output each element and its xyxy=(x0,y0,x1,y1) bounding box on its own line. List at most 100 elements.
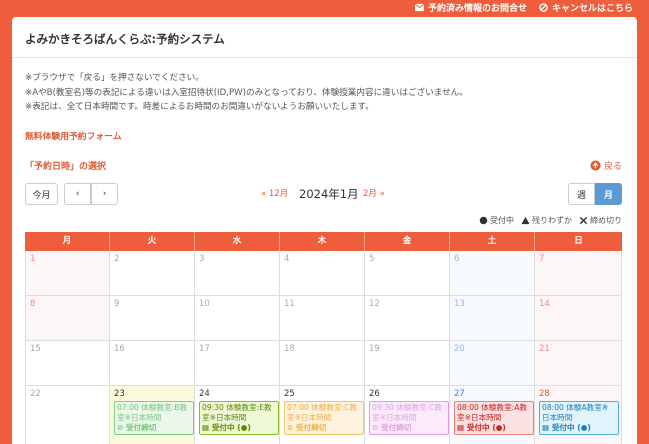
event-note: 室※日本時間 xyxy=(117,413,162,422)
weekday-wed: 水 xyxy=(195,232,280,251)
event-slot[interactable]: 08:00 体験A教室※ 日本時間 ▦ 受付中 (●) xyxy=(539,401,619,435)
day-cell: 8 xyxy=(25,296,110,341)
legend-closed-label: 締め切り xyxy=(590,216,622,225)
ban-icon xyxy=(539,3,548,12)
select-datetime-label: 「予約日時」の選択 xyxy=(25,162,107,172)
day-cell: 21 xyxy=(535,341,622,386)
legend-few: 残りわずか xyxy=(521,215,572,226)
event-status: ▦ 受付中 (●) xyxy=(542,423,591,432)
day-cell-today: 23 07:00 体験教室:B教 室※日本時間 ⊘ 受付締切 xyxy=(110,386,195,444)
day-number: 26 xyxy=(369,389,380,399)
calendar: 月 火 水 木 金 土 日 1 2 3 4 5 6 7 8 9 10 11 12… xyxy=(25,232,622,444)
event-slot[interactable]: 07:00 体験教室:B教 室※日本時間 ⊘ 受付締切 xyxy=(114,401,194,435)
event-status: ▦ 受付中 (●) xyxy=(202,423,251,432)
legend-closed: 締め切り xyxy=(579,215,622,226)
event-slot[interactable]: 08:00 体験教室:A教 室※日本時間 ▦ 受付中 (●) xyxy=(454,401,534,435)
weekday-mon: 月 xyxy=(25,232,110,251)
event-slot[interactable]: 09:30 体験教室:E教 室※日本時間 ▦ 受付中 (●) xyxy=(199,401,279,435)
day-cell: 9 xyxy=(110,296,195,341)
event-note: 室※日本時間 xyxy=(372,413,417,422)
back-label: 戻る xyxy=(603,162,622,172)
inquiry-link[interactable]: 予約済み情報のお問合せ xyxy=(414,1,527,14)
note-line: ※表記は、全て日本時間です。時差によるお時間のお間違いがないようお願いいたします… xyxy=(25,102,374,112)
event-note: 室※日本時間 xyxy=(202,413,247,422)
day-cell: 20 xyxy=(450,341,535,386)
day-cell: 12 xyxy=(365,296,450,341)
calendar-week-3: 15 16 17 18 19 20 21 xyxy=(25,341,622,386)
day-cell: 10 xyxy=(195,296,280,341)
next-button[interactable]: › xyxy=(91,183,118,205)
weekday-sat: 土 xyxy=(450,232,535,251)
event-status-label: 受付中 (●) xyxy=(466,423,506,432)
day-cell: 18 xyxy=(280,341,365,386)
page-title: よみかきそろばんくらぶ:予約システム xyxy=(12,17,637,58)
day-cell: 28 08:00 体験A教室※ 日本時間 ▦ 受付中 (●) xyxy=(535,386,622,444)
calendar-week-1: 1 2 3 4 5 6 7 xyxy=(25,251,622,296)
day-cell: 19 xyxy=(365,341,450,386)
event-status-label: 受付締切 xyxy=(381,423,412,432)
event-time-title: 09:30 体験教室:C教 xyxy=(372,403,443,412)
day-cell: 26 09:30 体験教室:C教 室※日本時間 ⊘ 受付締切 xyxy=(365,386,450,444)
day-cell: 3 xyxy=(195,251,280,296)
weekday-thu: 木 xyxy=(280,232,365,251)
month-title: 2024年1月 xyxy=(299,187,359,201)
day-number: 23 xyxy=(114,389,125,399)
legend-few-label: 残りわずか xyxy=(532,216,572,225)
circle-icon xyxy=(479,216,488,225)
prev-month-link[interactable]: « 12月 xyxy=(261,187,288,199)
event-status: ⊘ 受付締切 xyxy=(372,423,412,432)
event-status-label: 受付締切 xyxy=(126,423,157,432)
top-bar: 予約済み情報のお問合せ キャンセルはこちら xyxy=(0,0,649,15)
day-number: 25 xyxy=(284,389,295,399)
notes: ※ブラウザで「戻る」を押さないでください。 ※AやB(教室名)等の表記による違い… xyxy=(12,58,637,115)
event-time-title: 08:00 体験教室:A教 xyxy=(457,403,528,412)
month-view-button[interactable]: 月 xyxy=(595,183,622,205)
next-month-link[interactable]: 2月 » xyxy=(363,187,385,199)
day-cell: 27 08:00 体験教室:A教 室※日本時間 ▦ 受付中 (●) xyxy=(450,386,535,444)
event-slot[interactable]: 07:00 体験教室:C教 室※日本時間 ⊘ 受付締切 xyxy=(284,401,364,435)
legend: 受付中 残りわずか 締め切り xyxy=(479,215,622,226)
event-status-label: 受付中 (●) xyxy=(211,423,251,432)
cancel-link[interactable]: キャンセルはこちら xyxy=(539,1,633,14)
x-icon xyxy=(579,216,588,225)
day-number: 22 xyxy=(30,389,41,399)
event-time-title: 07:00 体験教室:C教 xyxy=(287,403,358,412)
day-number: 28 xyxy=(539,389,550,399)
event-time-title: 08:00 体験A教室※ xyxy=(542,403,609,412)
event-time-title: 09:30 体験教室:E教 xyxy=(202,403,272,412)
day-cell: 6 xyxy=(450,251,535,296)
weekday-fri: 金 xyxy=(365,232,450,251)
day-cell: 2 xyxy=(110,251,195,296)
day-cell: 5 xyxy=(365,251,450,296)
day-number: 27 xyxy=(454,389,465,399)
calendar-week-4: 22 23 07:00 体験教室:B教 室※日本時間 ⊘ 受付締切 24 09:… xyxy=(25,386,622,444)
day-cell: 7 xyxy=(535,251,622,296)
back-button[interactable]: 戻る xyxy=(590,159,622,172)
inquiry-label: 予約済み情報のお問合せ xyxy=(427,4,527,14)
weekday-sun: 日 xyxy=(574,236,583,246)
event-status: ⊘ 受付締切 xyxy=(117,423,157,432)
week-view-button[interactable]: 週 xyxy=(568,183,595,205)
day-cell: 16 xyxy=(110,341,195,386)
calendar-week-2: 8 9 10 11 12 13 14 xyxy=(25,296,622,341)
day-number: 24 xyxy=(199,389,210,399)
free-trial-form-link[interactable]: 無料体験用予約フォーム xyxy=(25,129,122,142)
main-card: よみかきそろばんくらぶ:予約システム ※ブラウザで「戻る」を押さないでください。… xyxy=(12,17,637,444)
event-status: ⊘ 受付締切 xyxy=(287,423,327,432)
circle-arrow-up-icon xyxy=(590,160,601,171)
day-cell: 25 07:00 体験教室:C教 室※日本時間 ⊘ 受付締切 xyxy=(280,386,365,444)
note-line: ※ブラウザで「戻る」を押さないでください。 xyxy=(25,73,204,83)
day-cell: 22 xyxy=(25,386,110,444)
today-button[interactable]: 今月 xyxy=(25,183,58,205)
envelope-icon xyxy=(414,3,424,12)
event-status-label: 受付締切 xyxy=(296,423,327,432)
prev-button[interactable]: ‹ xyxy=(64,183,91,205)
event-status-label: 受付中 (●) xyxy=(551,423,591,432)
calendar-header: 月 火 水 木 金 土 日 xyxy=(25,232,622,251)
legend-open: 受付中 xyxy=(479,215,514,226)
day-cell: 13 xyxy=(450,296,535,341)
day-cell: 24 09:30 体験教室:E教 室※日本時間 ▦ 受付中 (●) xyxy=(195,386,280,444)
legend-open-label: 受付中 xyxy=(490,216,514,225)
event-slot[interactable]: 09:30 体験教室:C教 室※日本時間 ⊘ 受付締切 xyxy=(369,401,449,435)
event-note: 室※日本時間 xyxy=(287,413,332,422)
